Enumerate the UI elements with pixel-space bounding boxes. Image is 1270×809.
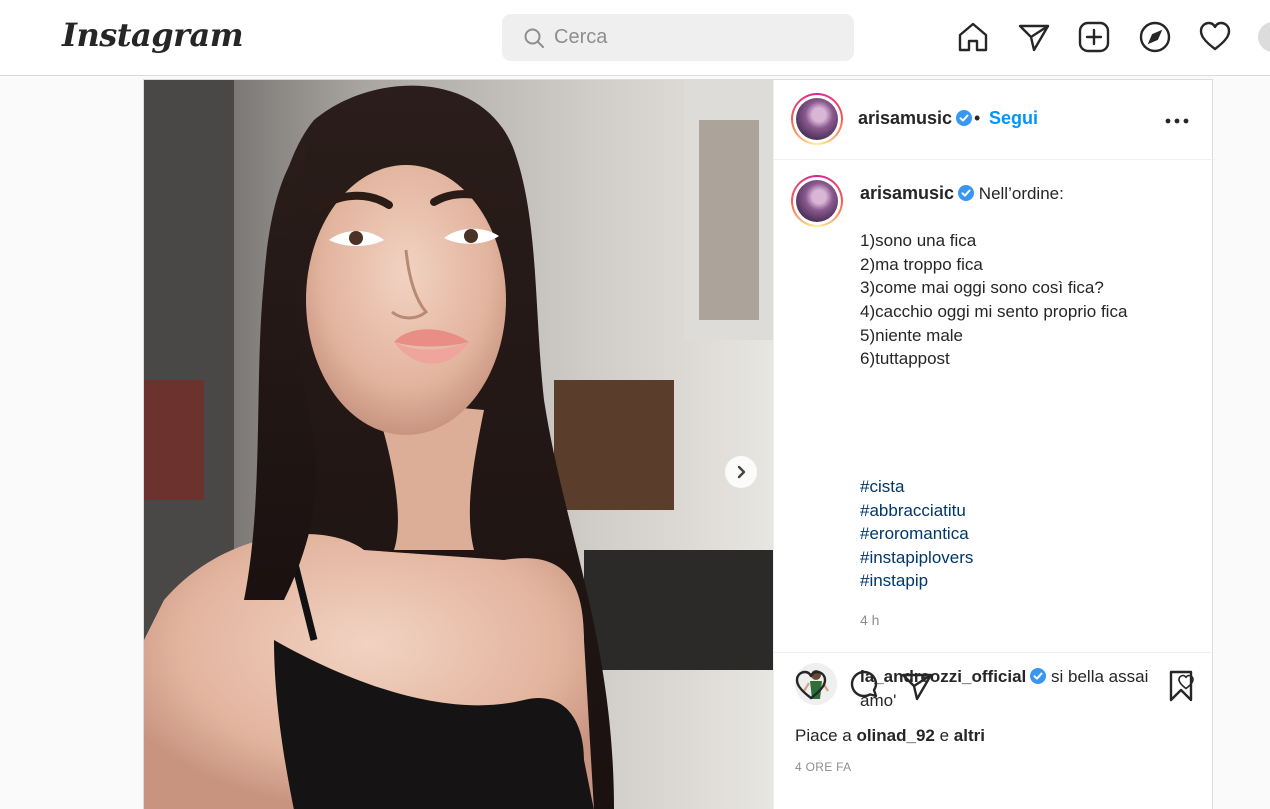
search-box[interactable] <box>502 14 854 61</box>
caption-intro: Nell’ordine: <box>978 184 1064 203</box>
instagram-logo[interactable]: Instagram <box>62 16 244 54</box>
caption-line: 5)niente male <box>860 325 964 345</box>
verified-badge-icon <box>958 185 975 201</box>
likes-prefix: Piace a <box>795 726 852 745</box>
more-options-icon[interactable] <box>1162 106 1192 136</box>
caption-area: arisamusic Nell’ordine: 1)sono una fica … <box>774 160 1215 710</box>
post-side-panel: arisamusic • Segui arisamusic Nell’ordin… <box>773 80 1215 809</box>
caption-line: 4)cacchio oggi mi sento proprio fica <box>860 301 1128 321</box>
bookmark-icon[interactable] <box>1164 669 1198 703</box>
caption-author-link[interactable]: arisamusic <box>860 183 975 203</box>
post-card: arisamusic • Segui arisamusic Nell’ordin… <box>143 79 1215 809</box>
hashtag-link[interactable]: #instapip <box>860 569 973 593</box>
share-icon[interactable] <box>900 669 934 703</box>
caption-line: 1)sono una fica <box>860 231 977 251</box>
hashtag-link[interactable]: #eroromantica <box>860 522 973 546</box>
liker-username-link[interactable]: olinad_92 <box>856 726 934 745</box>
post-header: arisamusic • Segui <box>774 80 1215 160</box>
caption-line: 2)ma troppo fica <box>860 254 983 274</box>
new-post-icon[interactable] <box>1077 20 1111 54</box>
caption-author-username: arisamusic <box>860 183 955 203</box>
follow-button[interactable]: Segui <box>989 108 1038 129</box>
hashtag-link[interactable]: #abbracciatitu <box>860 499 973 523</box>
post-timestamp[interactable]: 4 ORE FA <box>795 760 851 774</box>
explore-icon[interactable] <box>1138 20 1172 54</box>
likes-conjunction: e <box>939 726 950 745</box>
verified-badge-icon <box>956 110 973 126</box>
post-image[interactable] <box>144 80 773 809</box>
activity-heart-icon[interactable] <box>1198 20 1232 54</box>
search-icon <box>522 26 546 50</box>
likes-others-link[interactable]: altri <box>954 726 985 745</box>
author-username: arisamusic <box>858 108 953 128</box>
caption-line: 3)come mai oggi sono così fica? <box>860 278 1104 298</box>
comment-bubble-icon[interactable] <box>847 669 881 703</box>
post-caption: arisamusic Nell’ordine: 1)sono una fica … <box>860 182 1190 371</box>
like-heart-icon[interactable] <box>794 669 828 703</box>
caption-age[interactable]: 4 h <box>860 612 879 628</box>
author-avatar[interactable] <box>791 93 843 145</box>
caption-author-avatar[interactable] <box>791 175 843 227</box>
separator-dot: • <box>974 108 981 128</box>
post-actions: Piace a olinad_92 e altri 4 ORE FA <box>774 652 1215 809</box>
direct-message-icon[interactable] <box>1017 20 1051 54</box>
next-photo-button[interactable] <box>725 456 757 488</box>
top-nav-bar: Instagram <box>0 0 1270 76</box>
hashtag-list: #cista #abbracciatitu #eroromantica #ins… <box>860 475 973 593</box>
profile-avatar[interactable] <box>1258 22 1270 52</box>
home-icon[interactable] <box>956 20 990 54</box>
author-username-link[interactable]: arisamusic <box>858 108 973 129</box>
caption-line: 6)tuttappost <box>860 349 950 369</box>
chevron-right-icon <box>737 465 746 479</box>
hashtag-link[interactable]: #instapiplovers <box>860 546 973 570</box>
search-input[interactable] <box>554 14 834 61</box>
hashtag-link[interactable]: #cista <box>860 475 973 499</box>
likes-summary: Piace a olinad_92 e altri <box>795 726 985 746</box>
